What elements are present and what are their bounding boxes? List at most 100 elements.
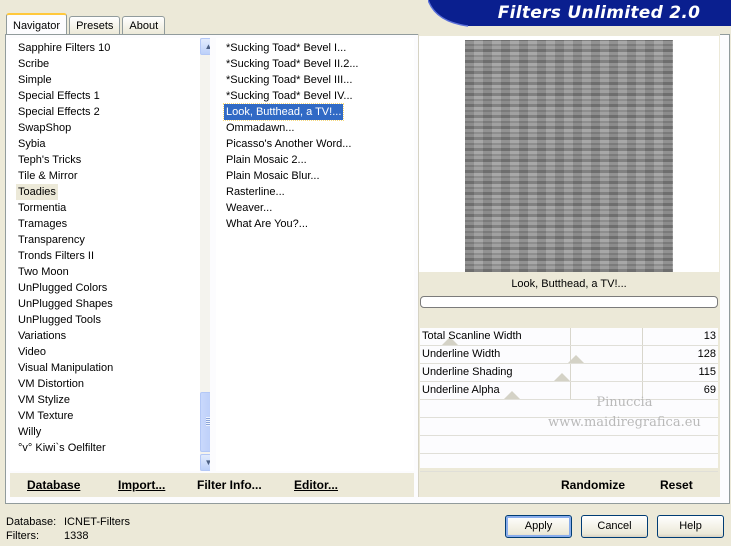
slider-tick [642,328,643,345]
param-row [420,454,718,472]
param-label: Underline Shading [422,366,513,378]
apply-button[interactable]: Apply [505,515,572,538]
category-item[interactable]: Willy [16,424,43,440]
param-label: Underline Width [422,348,501,360]
filter-item[interactable]: Weaver... [224,200,274,216]
editor-button[interactable]: Editor... [294,478,338,492]
database-label: Database [27,478,81,492]
slider-tick [570,328,571,345]
category-item[interactable]: Simple [16,72,54,88]
tab-navigator[interactable]: Navigator [6,13,68,35]
slider-tick [570,364,571,381]
category-item[interactable]: UnPlugged Tools [16,312,103,328]
filters-status-label: Filters: [6,530,39,542]
filter-item[interactable]: Plain Mosaic 2... [224,152,309,168]
slider-thumb[interactable] [554,373,570,381]
help-button[interactable]: Help [657,515,724,538]
import-label: Import... [118,478,166,492]
database-status-value: ICNET-Filters [64,516,130,528]
param-row[interactable]: Underline Shading 115 [420,364,718,382]
filter-list[interactable]: *Sucking Toad* Bevel I... *Sucking Toad* … [216,38,414,471]
randomize-button[interactable]: Randomize [561,478,625,492]
param-row[interactable]: Underline Width 128 [420,346,718,364]
selected-filter-name: Look, Butthead, a TV!... [511,278,627,290]
param-label: Underline Alpha [422,384,500,396]
category-item[interactable]: Visual Manipulation [16,360,115,376]
param-value: 115 [698,366,716,378]
filter-item[interactable]: *Sucking Toad* Bevel IV... [224,88,355,104]
tab-about[interactable]: About [122,16,166,34]
category-item[interactable]: VM Stylize [16,392,72,408]
category-item[interactable]: Special Effects 1 [16,88,102,104]
scroll-down-button[interactable]: ▼ [200,454,210,471]
category-item[interactable]: Tramages [16,216,69,232]
filter-item[interactable]: Picasso's Another Word... [224,136,353,152]
category-item[interactable]: UnPlugged Shapes [16,296,115,312]
filter-item[interactable]: *Sucking Toad* Bevel II.2... [224,56,361,72]
randomize-label: Randomize [561,478,626,492]
filter-item[interactable]: *Sucking Toad* Bevel I... [224,40,348,56]
header-banner: Filters Unlimited 2.0 [428,0,731,28]
category-item[interactable]: °v° Kiwi`s Oelfilter [16,440,108,456]
grip-icon [206,417,210,426]
slider-tick [642,346,643,363]
tab-presets[interactable]: Presets [69,16,121,34]
category-item[interactable]: Scribe [16,56,51,72]
category-item[interactable]: Variations [16,328,68,344]
param-row[interactable]: Total Scanline Width 13 [420,328,718,346]
editor-label: Editor... [294,478,339,492]
category-item[interactable]: Tronds Filters II [16,248,96,264]
param-label: Total Scanline Width [422,330,522,342]
filter-item[interactable]: *Sucking Toad* Bevel III... [224,72,354,88]
preview-image[interactable] [465,40,673,272]
filter-item[interactable]: Plain Mosaic Blur... [224,168,322,184]
tab-strip: Navigator Presets About [6,12,167,35]
right-toolbar: Randomize Reset [420,473,718,497]
filter-info-button[interactable]: Filter Info... [197,478,262,492]
param-value: 13 [703,330,716,342]
category-item[interactable]: Transparency [16,232,87,248]
param-row [420,436,718,454]
category-scrollbar[interactable]: ▲ ▼ [200,38,210,471]
category-list[interactable]: ▲ ▼ Sapphire Filters 10 Scribe Simple Speci… [10,38,210,471]
category-item[interactable]: UnPlugged Colors [16,280,109,296]
watermark-line1: Pinuccia [596,395,653,410]
category-item[interactable]: Special Effects 2 [16,104,102,120]
category-item[interactable]: Tile & Mirror [16,168,79,184]
category-item[interactable]: Video [16,344,48,360]
category-item[interactable]: SwapShop [16,120,73,136]
reset-label: Reset [660,478,693,492]
filter-item[interactable]: What Are You?... [224,216,310,232]
category-item[interactable]: Two Moon [16,264,71,280]
scroll-up-button[interactable]: ▲ [200,38,210,55]
filter-item[interactable]: Rasterline... [224,184,287,200]
category-item[interactable]: Toadies [16,184,58,200]
watermark-line2: www.maidiregrafica.eu [548,415,701,430]
import-button[interactable]: Import... [118,478,165,492]
slider-thumb[interactable] [503,391,520,399]
category-item[interactable]: Teph's Tricks [16,152,83,168]
database-button[interactable]: Database [27,478,80,492]
category-item[interactable]: VM Distortion [16,376,86,392]
database-status-label: Database: [6,516,57,528]
filters-status-value: 1338 [64,530,89,542]
status-info: Database: ICNET-Filters Filters: 1338 [6,515,130,543]
param-value: 128 [697,348,716,360]
cancel-button[interactable]: Cancel [581,515,648,538]
filter-item[interactable]: Look, Butthead, a TV!... [222,103,345,121]
scroll-thumb[interactable] [200,392,210,452]
category-item[interactable]: Tormentia [16,200,68,216]
slider-tick [642,364,643,381]
category-item[interactable]: VM Texture [16,408,75,424]
filter-info-label: Filter Info... [197,478,262,492]
reset-button[interactable]: Reset [660,478,693,492]
category-item[interactable]: Sybia [16,136,48,152]
param-value: 69 [703,384,716,396]
filter-item[interactable]: Ommadawn... [224,120,296,136]
progress-bar [420,296,718,308]
app-title: Filters Unlimited 2.0 [497,3,701,23]
left-toolbar: Database Import... Filter Info... Editor… [10,473,414,497]
slider-thumb[interactable] [568,355,584,363]
category-item[interactable]: Sapphire Filters 10 [16,40,112,56]
watermark: Pinuccia www.maidiregrafica.eu [548,393,701,433]
